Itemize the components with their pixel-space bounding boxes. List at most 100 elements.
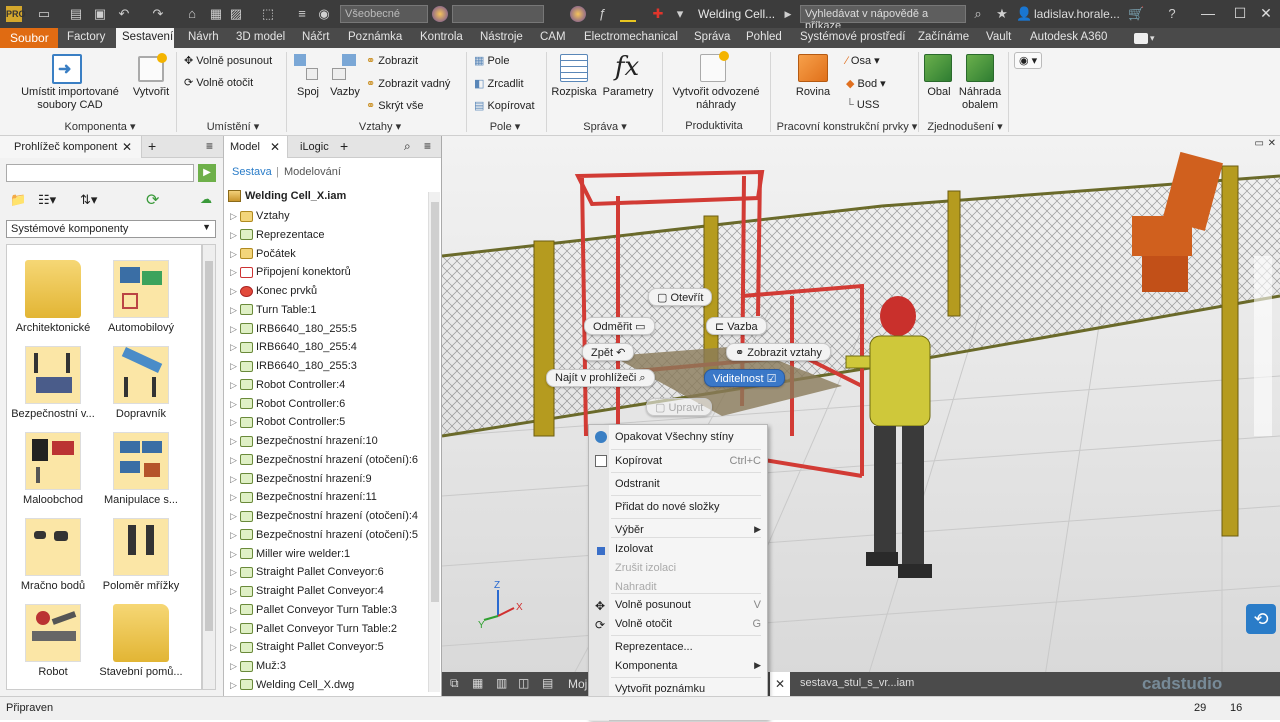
user-name[interactable]: ladislav.horale... <box>1034 7 1120 21</box>
plus-icon[interactable]: ✚ <box>650 6 666 22</box>
tab-a360[interactable]: Autodesk A360 <box>1030 31 1107 43</box>
expand-icon[interactable]: ▷ <box>230 361 240 372</box>
undo-icon[interactable]: ↶ <box>116 6 132 22</box>
library-filter-select[interactable]: Systémové komponenty ▼ <box>6 220 216 238</box>
tree-item[interactable]: ▷ Počátek <box>230 248 296 266</box>
grid-icon[interactable]: ▦ <box>472 676 483 690</box>
tab-manage[interactable]: Správa <box>694 31 730 43</box>
tree-item[interactable]: ▷ Muž:3 <box>230 660 286 678</box>
group-simplify[interactable]: Zjednodušení ▾ <box>920 120 1010 133</box>
tab-electromechanical[interactable]: Electromechanical <box>584 31 678 43</box>
tree-item[interactable]: ▷ Welding Cell_X.dwg <box>230 679 354 697</box>
star-icon[interactable]: ★ <box>994 6 1010 22</box>
expand-icon[interactable]: ▷ <box>230 680 240 691</box>
tree-item[interactable]: ▷ IRB6640_180_255:5 <box>230 323 357 341</box>
tree-item[interactable]: ▷ Bezpečnostní hrazení:10 <box>230 435 378 453</box>
group-position[interactable]: Umístění ▾ <box>190 120 276 133</box>
tab-dropdown-icon[interactable]: ▾ <box>1150 33 1155 44</box>
tree-item[interactable]: ▷ Pallet Conveyor Turn Table:3 <box>230 604 397 622</box>
tab-cam[interactable]: CAM <box>540 31 566 43</box>
marking-back[interactable]: Zpět ↶ <box>582 343 635 361</box>
expand-icon[interactable]: ▷ <box>230 342 240 353</box>
shrinkwrap-substitute-button[interactable]: Náhrada obalem <box>954 86 1006 112</box>
category-grid-radius[interactable]: Poloměr mřížky <box>96 518 186 592</box>
tree-item[interactable]: ▷ Konec prvků <box>230 285 317 303</box>
close-icon[interactable]: ✕ <box>122 140 132 154</box>
tree-item[interactable]: ▷ Robot Controller:5 <box>230 416 345 434</box>
tab-inspect[interactable]: Kontrola <box>420 31 463 43</box>
context-menu-item[interactable]: Opakovat Všechny stíny <box>589 431 767 447</box>
expand-icon[interactable]: ▷ <box>230 661 240 672</box>
category-construction-aids[interactable]: Stavební pomů... <box>96 604 186 678</box>
columns-icon[interactable]: ◫ <box>518 676 529 690</box>
tree-item[interactable]: ▷ Miller wire welder:1 <box>230 548 350 566</box>
doc-tab-2[interactable]: sestava_stul_s_vr...iam <box>800 677 914 689</box>
plane-button[interactable]: Rovina <box>790 86 836 99</box>
free-rotate-button[interactable]: ⟳ Volně otočit <box>184 76 253 89</box>
point-button[interactable]: ◆ Bod ▾ <box>846 77 886 90</box>
show-button[interactable]: ⚭ Zobrazit <box>366 54 418 67</box>
tree-item[interactable]: ▷ Vztahy <box>230 210 290 228</box>
expand-icon[interactable]: ▷ <box>230 549 240 560</box>
pattern-button[interactable]: ▦ Pole <box>474 54 510 67</box>
search-go-icon[interactable]: ▶ <box>198 164 216 182</box>
category-robot[interactable]: Robot <box>8 604 98 678</box>
parameters-button[interactable]: Parametry <box>600 86 656 99</box>
marking-open[interactable]: ▢ Otevřít <box>648 288 713 306</box>
model-tree-scrollbar[interactable] <box>428 192 440 692</box>
appearance-icon[interactable]: ◉ <box>316 6 332 22</box>
save-icon[interactable]: ▣ <box>92 6 108 22</box>
bom-button[interactable]: Rozpiska <box>550 86 598 99</box>
category-point-cloud[interactable]: Mračno bodů <box>8 518 98 592</box>
category-safety[interactable]: Bezpečnostní v... <box>8 346 98 420</box>
tree-item[interactable]: ▷ Reprezentace <box>230 229 325 247</box>
derived-substitute-button[interactable]: Vytvořit odvozené náhrady <box>666 86 766 112</box>
cart-icon[interactable]: 🛒 <box>1128 6 1144 22</box>
tab-file[interactable]: Soubor <box>0 28 58 48</box>
color-swatch-icon-2[interactable] <box>570 6 586 22</box>
tree-item[interactable]: ▷ Turn Table:1 <box>230 304 317 322</box>
category-handling[interactable]: Manipulace s... <box>96 432 186 506</box>
expand-icon[interactable]: ▷ <box>230 511 240 522</box>
category-retail[interactable]: Maloobchod <box>8 432 98 506</box>
expand-icon[interactable]: ▷ <box>230 586 240 597</box>
search-icon[interactable]: ⌕ <box>404 139 411 154</box>
category-architectural[interactable]: Architektonické <box>8 260 98 334</box>
tab-annotate[interactable]: Poznámka <box>348 31 402 43</box>
marking-find-in-browser[interactable]: Najít v prohlížeči ⌕ <box>546 369 655 387</box>
maximize-button[interactable]: ☐ <box>1230 4 1250 22</box>
tree-item[interactable]: ▷ Straight Pallet Conveyor:6 <box>230 566 384 584</box>
join-button[interactable]: Spoj <box>290 86 326 99</box>
category-automotive[interactable]: Automobilový <box>96 260 186 334</box>
context-menu-item[interactable]: Kopírovat Ctrl+C <box>589 455 767 471</box>
tab-tools[interactable]: Nástroje <box>480 31 523 43</box>
tree-item[interactable]: ▷ Připojení konektorů <box>230 266 351 284</box>
copy-button[interactable]: ▤ Kopírovat <box>474 99 535 112</box>
context-menu-item[interactable]: Izolovat <box>589 543 767 559</box>
tab-sketch[interactable]: Náčrt <box>302 31 329 43</box>
graphics-viewport[interactable]: Z X Y ▭ ✕ ⟲ <box>442 136 1280 696</box>
chevron-right-icon[interactable]: ▶ <box>780 6 796 22</box>
list-view-icon[interactable]: ☷▾ <box>38 192 56 208</box>
expand-icon[interactable]: ▷ <box>230 399 240 410</box>
marking-measure[interactable]: Odměřit ▭ <box>584 317 655 335</box>
tab-ilogic[interactable]: iLogic <box>300 141 329 153</box>
tabs-menu-icon[interactable]: ▤ <box>542 676 553 690</box>
expand-icon[interactable]: ▷ <box>230 305 240 316</box>
expand-icon[interactable]: ▷ <box>230 624 240 635</box>
expand-icon[interactable]: ▷ <box>230 492 240 503</box>
show-sick-button[interactable]: ⚭ Zobrazit vadný <box>366 77 450 90</box>
expand-icon[interactable]: ▷ <box>230 286 240 297</box>
home-icon[interactable]: ⌂ <box>184 6 200 22</box>
expand-icon[interactable]: ▷ <box>230 380 240 391</box>
marking-constraint[interactable]: ⊏ Vazba <box>706 317 767 335</box>
minimize-button[interactable]: — <box>1198 4 1218 22</box>
context-menu-item[interactable]: Výběr ▶ <box>589 524 767 540</box>
tab-get-started[interactable]: Začínáme <box>918 31 969 43</box>
expand-icon[interactable]: ▷ <box>230 230 240 241</box>
redo-icon[interactable]: ↷ <box>150 6 166 22</box>
binoculars-icon[interactable]: ⌕ <box>970 6 986 22</box>
close-icon[interactable]: ✕ <box>270 140 280 154</box>
context-menu-item[interactable]: Komponenta ▶ <box>589 660 767 676</box>
restore-icon[interactable]: ▭ <box>1255 138 1264 149</box>
